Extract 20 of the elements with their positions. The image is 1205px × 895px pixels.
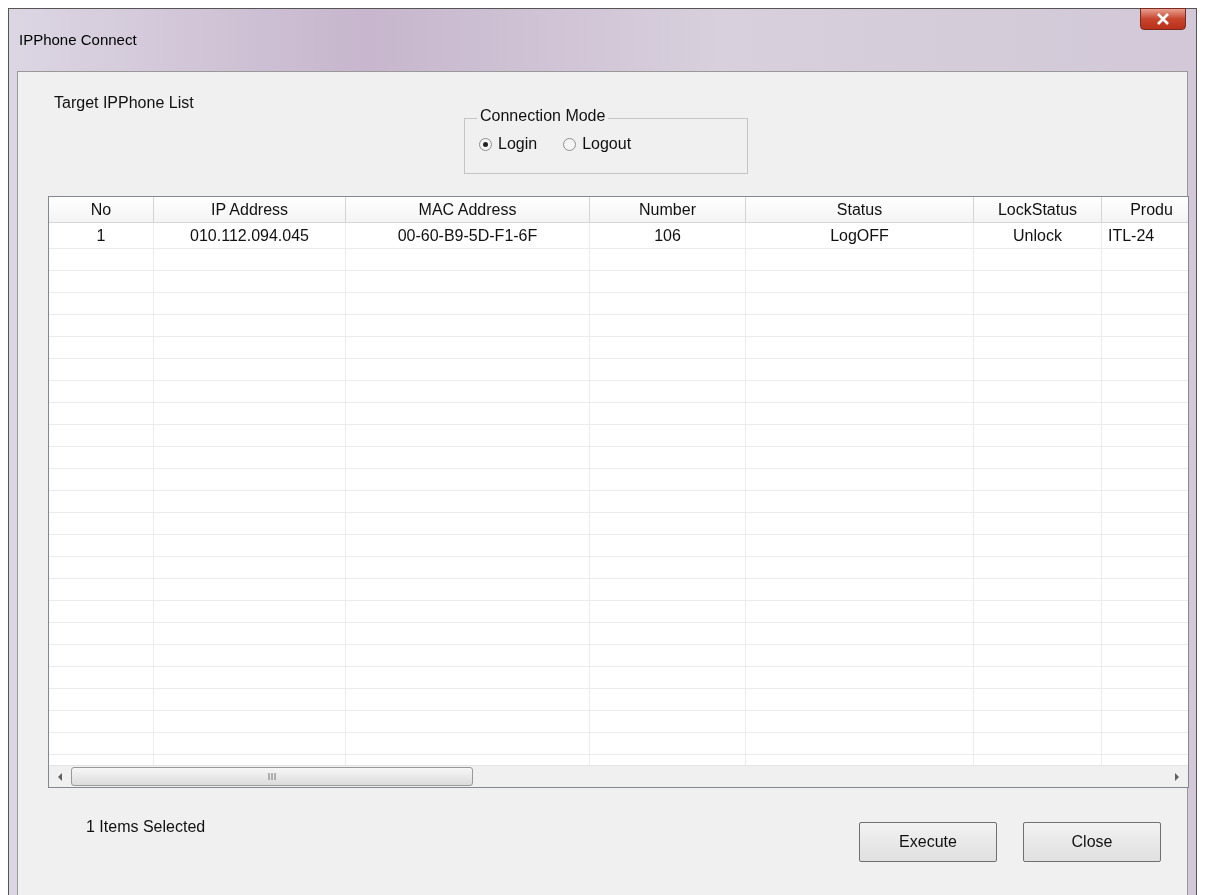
column-header[interactable]: MAC Address — [346, 197, 590, 223]
column-header[interactable]: IP Address — [154, 197, 346, 223]
scroll-right-icon[interactable] — [1174, 772, 1180, 781]
close-button[interactable] — [1140, 8, 1186, 30]
close-icon — [1156, 13, 1170, 25]
column-header[interactable]: Number — [590, 197, 746, 223]
scroll-left-icon[interactable] — [57, 772, 63, 781]
dialog-button[interactable]: Execute — [859, 822, 997, 862]
radio-option[interactable]: Login — [479, 135, 538, 153]
horizontal-scrollbar[interactable] — [49, 765, 1188, 787]
column-header[interactable]: No — [49, 197, 154, 223]
radio-option[interactable]: Logout — [563, 135, 632, 153]
column-header[interactable]: LockStatus — [974, 197, 1102, 223]
grip-icon — [268, 773, 276, 780]
scroll-thumb[interactable] — [71, 767, 473, 786]
column-header[interactable]: Status — [746, 197, 974, 223]
dialog-button[interactable]: Close — [1023, 822, 1161, 862]
list-label: Target IPPhone List — [54, 94, 194, 112]
window-title: IPPhone Connect — [19, 31, 137, 48]
selection-status: 1 Items Selected — [86, 818, 206, 836]
